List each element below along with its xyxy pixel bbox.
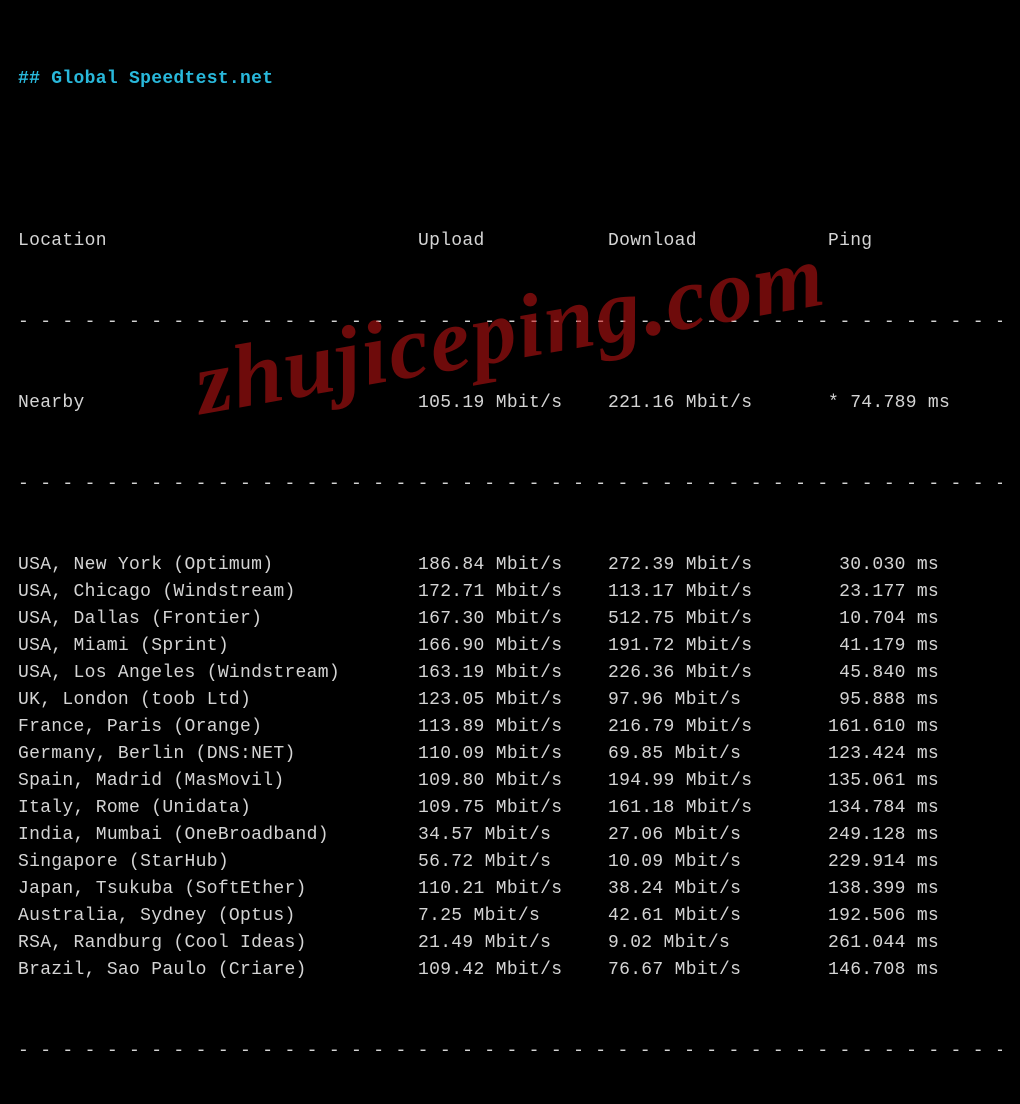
cell-upload: 110.21 Mbit/s [418,876,608,903]
table-row: RSA, Randburg (Cool Ideas)21.49 Mbit/s9.… [18,930,1002,957]
cell-location: Spain, Madrid (MasMovil) [18,768,418,795]
cell-ping: 123.424 ms [828,741,1002,768]
cell-location: USA, New York (Optimum) [18,552,418,579]
cell-ping: 30.030 ms [828,552,1002,579]
results-container: USA, New York (Optimum)186.84 Mbit/s272.… [18,552,1002,984]
cell-location: USA, Chicago (Windstream) [18,579,418,606]
cell-ping: 95.888 ms [828,687,1002,714]
cell-location: RSA, Randburg (Cool Ideas) [18,930,418,957]
table-row: USA, Dallas (Frontier)167.30 Mbit/s512.7… [18,606,1002,633]
table-row: UK, London (toob Ltd)123.05 Mbit/s97.96 … [18,687,1002,714]
cell-upload: 166.90 Mbit/s [418,633,608,660]
table-row: Japan, Tsukuba (SoftEther)110.21 Mbit/s3… [18,876,1002,903]
table-row: USA, Los Angeles (Windstream)163.19 Mbit… [18,660,1002,687]
nearby-row: Nearby 105.19 Mbit/s 221.16 Mbit/s * 74.… [18,390,1002,417]
cell-ping: 229.914 ms [828,849,1002,876]
cell-download: 113.17 Mbit/s [608,579,828,606]
cell-download: 27.06 Mbit/s [608,822,828,849]
cell-download: 272.39 Mbit/s [608,552,828,579]
cell-upload: 21.49 Mbit/s [418,930,608,957]
nearby-download: 221.16 Mbit/s [608,390,828,417]
cell-location: Australia, Sydney (Optus) [18,903,418,930]
cell-location: Italy, Rome (Unidata) [18,795,418,822]
cell-download: 512.75 Mbit/s [608,606,828,633]
cell-ping: 138.399 ms [828,876,1002,903]
cell-ping: 41.179 ms [828,633,1002,660]
cell-location: UK, London (toob Ltd) [18,687,418,714]
table-row: Singapore (StarHub)56.72 Mbit/s10.09 Mbi… [18,849,1002,876]
cell-location: Germany, Berlin (DNS:NET) [18,741,418,768]
cell-upload: 123.05 Mbit/s [418,687,608,714]
cell-download: 10.09 Mbit/s [608,849,828,876]
cell-ping: 134.784 ms [828,795,1002,822]
cell-upload: 56.72 Mbit/s [418,849,608,876]
nearby-upload: 105.19 Mbit/s [418,390,608,417]
table-row: France, Paris (Orange)113.89 Mbit/s216.7… [18,714,1002,741]
cell-download: 9.02 Mbit/s [608,930,828,957]
cell-ping: 23.177 ms [828,579,1002,606]
header-upload: Upload [418,228,608,255]
cell-ping: 161.610 ms [828,714,1002,741]
cell-upload: 109.42 Mbit/s [418,957,608,984]
cell-upload: 109.75 Mbit/s [418,795,608,822]
table-row: Spain, Madrid (MasMovil)109.80 Mbit/s194… [18,768,1002,795]
separator: - - - - - - - - - - - - - - - - - - - - … [18,1038,1002,1065]
terminal-output: ## Global Speedtest.net Location Upload … [0,0,1020,1104]
cell-download: 226.36 Mbit/s [608,660,828,687]
cell-location: India, Mumbai (OneBroadband) [18,822,418,849]
cell-upload: 109.80 Mbit/s [418,768,608,795]
heading: ## Global Speedtest.net [18,66,1002,93]
cell-location: Brazil, Sao Paulo (Criare) [18,957,418,984]
header-download: Download [608,228,828,255]
table-row: India, Mumbai (OneBroadband)34.57 Mbit/s… [18,822,1002,849]
cell-download: 194.99 Mbit/s [608,768,828,795]
cell-upload: 186.84 Mbit/s [418,552,608,579]
cell-ping: 146.708 ms [828,957,1002,984]
cell-location: USA, Los Angeles (Windstream) [18,660,418,687]
cell-location: France, Paris (Orange) [18,714,418,741]
cell-upload: 167.30 Mbit/s [418,606,608,633]
cell-upload: 7.25 Mbit/s [418,903,608,930]
cell-location: Japan, Tsukuba (SoftEther) [18,876,418,903]
cell-download: 69.85 Mbit/s [608,741,828,768]
separator: - - - - - - - - - - - - - - - - - - - - … [18,471,1002,498]
nearby-ping: * 74.789 ms [828,390,1002,417]
header-location: Location [18,228,418,255]
cell-location: Singapore (StarHub) [18,849,418,876]
cell-ping: 10.704 ms [828,606,1002,633]
cell-upload: 34.57 Mbit/s [418,822,608,849]
cell-download: 76.67 Mbit/s [608,957,828,984]
table-row: Australia, Sydney (Optus)7.25 Mbit/s42.6… [18,903,1002,930]
cell-download: 191.72 Mbit/s [608,633,828,660]
cell-download: 42.61 Mbit/s [608,903,828,930]
table-row: Italy, Rome (Unidata)109.75 Mbit/s161.18… [18,795,1002,822]
header-ping: Ping [828,228,1002,255]
blank-line [18,147,1002,174]
table-row: USA, Miami (Sprint)166.90 Mbit/s191.72 M… [18,633,1002,660]
table-row: USA, New York (Optimum)186.84 Mbit/s272.… [18,552,1002,579]
cell-upload: 113.89 Mbit/s [418,714,608,741]
table-row: Brazil, Sao Paulo (Criare)109.42 Mbit/s7… [18,957,1002,984]
cell-ping: 249.128 ms [828,822,1002,849]
nearby-location: Nearby [18,390,418,417]
cell-download: 38.24 Mbit/s [608,876,828,903]
separator: - - - - - - - - - - - - - - - - - - - - … [18,309,1002,336]
table-row: Germany, Berlin (DNS:NET)110.09 Mbit/s69… [18,741,1002,768]
cell-upload: 163.19 Mbit/s [418,660,608,687]
cell-download: 161.18 Mbit/s [608,795,828,822]
cell-ping: 45.840 ms [828,660,1002,687]
cell-download: 97.96 Mbit/s [608,687,828,714]
cell-upload: 110.09 Mbit/s [418,741,608,768]
cell-upload: 172.71 Mbit/s [418,579,608,606]
cell-location: USA, Dallas (Frontier) [18,606,418,633]
header-row: Location Upload Download Ping [18,228,1002,255]
table-row: USA, Chicago (Windstream)172.71 Mbit/s11… [18,579,1002,606]
cell-download: 216.79 Mbit/s [608,714,828,741]
cell-ping: 192.506 ms [828,903,1002,930]
cell-ping: 135.061 ms [828,768,1002,795]
cell-ping: 261.044 ms [828,930,1002,957]
cell-location: USA, Miami (Sprint) [18,633,418,660]
